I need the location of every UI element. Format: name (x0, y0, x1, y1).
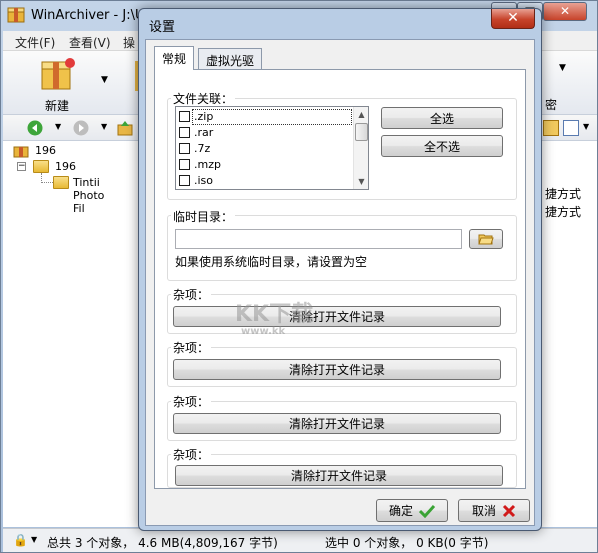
checkbox[interactable] (179, 159, 190, 170)
temp-directory-label: 临时目录： (171, 208, 236, 225)
tree-connector (41, 173, 53, 183)
extension-label: .iso (194, 174, 214, 187)
clear-history-label: 清除打开文件记录 (288, 417, 385, 431)
misc-label: 杂项： (171, 339, 212, 356)
list-item[interactable]: .zip (178, 109, 352, 125)
winarchiver-app-icon (7, 7, 25, 23)
extension-label: .zip (194, 110, 214, 123)
ok-button[interactable]: 确定 (376, 499, 448, 522)
checkbox[interactable] (179, 175, 190, 186)
clear-history-label: 清除打开文件记录 (288, 363, 385, 377)
status-left-text: 总共 3 个对象， 4.6 MB(4,809,167 字节) (47, 536, 278, 550)
file-extension-list[interactable]: .zip .rar .7z .mzp .iso ▲ ▼ (175, 106, 369, 190)
folder-tree: 196 − 196 Tintii Photo Fil (3, 141, 141, 527)
checkbox[interactable] (179, 111, 190, 122)
misc-label: 杂项： (171, 286, 212, 303)
back-icon[interactable] (27, 120, 43, 136)
select-none-label: 全不选 (423, 139, 460, 154)
folder-open-icon (478, 234, 494, 245)
forward-icon[interactable] (73, 120, 89, 136)
menu-file[interactable]: 文件(F) (15, 34, 55, 51)
list-item[interactable]: .rar (178, 125, 352, 141)
folder-icon (33, 160, 49, 173)
main-window-title: WinArchiver - J:\Us (31, 8, 152, 23)
list-item[interactable]: .iso (178, 173, 352, 189)
cancel-x-icon (502, 504, 516, 517)
scroll-down-icon[interactable]: ▼ (354, 174, 369, 189)
view-dropdown-icon[interactable]: ▼ (583, 122, 589, 131)
dialog-title: 设置 (149, 20, 176, 35)
new-archive-label: 新建 (45, 99, 70, 113)
select-none-button[interactable]: 全不选 (381, 135, 503, 157)
lock-icon: 🔒 (13, 533, 28, 547)
up-folder-icon[interactable] (117, 120, 133, 136)
folder-icon (53, 176, 69, 189)
general-tab-page: 文件关联： .zip .rar .7z .mzp .iso ▲ ▼ 全选 全不选… (154, 69, 526, 489)
checkmark-icon (419, 504, 435, 518)
main-close-button[interactable]: ✕ (543, 2, 587, 21)
scroll-up-icon[interactable]: ▲ (354, 107, 369, 122)
list-item[interactable]: .mzp (178, 157, 352, 173)
tab-general[interactable]: 常规 (154, 46, 195, 70)
clear-history-button[interactable]: 清除打开文件记录 (173, 413, 501, 434)
details-view-icon[interactable] (563, 120, 579, 136)
menu-actions[interactable]: 操 (123, 34, 135, 51)
toolbar-right-arrow-icon[interactable]: ▼ (559, 63, 566, 73)
extension-label: .mzp (194, 158, 221, 171)
list-scrollbar[interactable]: ▲ ▼ (353, 107, 368, 189)
settings-dialog: 设置 ✕ 常规 虚拟光驱 文件关联： .zip .rar .7z .mzp .i… (138, 8, 542, 531)
misc-label: 杂项： (171, 393, 212, 410)
clear-history-button[interactable]: 清除打开文件记录 (175, 465, 503, 486)
tree-folder-label: Tintii Photo Fil (73, 176, 105, 215)
dialog-body: 常规 虚拟光驱 文件关联： .zip .rar .7z .mzp .iso ▲ … (145, 39, 535, 526)
new-archive-button[interactable]: 新建 (33, 55, 83, 113)
forward-dropdown-icon[interactable]: ▼ (101, 122, 107, 131)
tree-folder-label: 196 (55, 160, 76, 173)
cancel-button[interactable]: 取消 (458, 499, 530, 522)
focus-outline (192, 109, 352, 125)
status-right-text: 选中 0 个对象， 0 KB(0 字节) (325, 536, 489, 550)
clear-history-label: 清除打开文件记录 (290, 469, 387, 483)
status-bar: 🔒 ▼ 总共 3 个对象， 4.6 MB(4,809,167 字节) 选中 0 … (3, 528, 597, 552)
extension-label: .rar (194, 126, 214, 139)
checkbox[interactable] (179, 143, 190, 154)
new-archive-icon (41, 58, 75, 90)
status-dropdown-icon[interactable]: ▼ (31, 535, 37, 544)
view-icon[interactable] (543, 120, 559, 136)
watermark-text: KK下载 (235, 302, 314, 327)
scroll-thumb[interactable] (355, 123, 368, 141)
tree-root-label: 196 (35, 144, 56, 157)
select-all-label: 全选 (429, 111, 454, 126)
back-dropdown-icon[interactable]: ▼ (55, 122, 61, 131)
browse-folder-button[interactable] (469, 229, 503, 249)
new-dropdown-arrow-icon[interactable]: ▼ (101, 75, 108, 85)
temp-directory-input[interactable] (175, 229, 462, 249)
dialog-close-button[interactable]: ✕ (491, 9, 535, 29)
misc-label: 杂项： (171, 446, 212, 463)
tab-virtual-drive[interactable]: 虚拟光驱 (198, 48, 263, 70)
clear-history-button[interactable]: 清除打开文件记录 (173, 359, 501, 380)
checkbox[interactable] (179, 127, 190, 138)
list-item[interactable]: .7z (178, 141, 352, 157)
menu-view[interactable]: 查看(V) (69, 34, 111, 51)
watermark-url: www.kk (241, 326, 286, 337)
file-type-cell: 捷方式 (545, 187, 582, 201)
toolbar-right-label: 密 (545, 98, 558, 112)
file-association-label: 文件关联： (171, 90, 236, 107)
extension-label: .7z (194, 142, 211, 155)
file-type-cell: 捷方式 (545, 205, 582, 219)
clear-history-button[interactable]: 清除打开文件记录 (173, 306, 501, 327)
select-all-button[interactable]: 全选 (381, 107, 503, 129)
cancel-label: 取消 (471, 504, 496, 518)
archive-icon (13, 146, 29, 158)
tree-expander-icon[interactable]: − (17, 162, 26, 171)
temp-directory-hint: 如果使用系统临时目录，请设置为空 (175, 255, 368, 269)
ok-label: 确定 (388, 504, 413, 518)
